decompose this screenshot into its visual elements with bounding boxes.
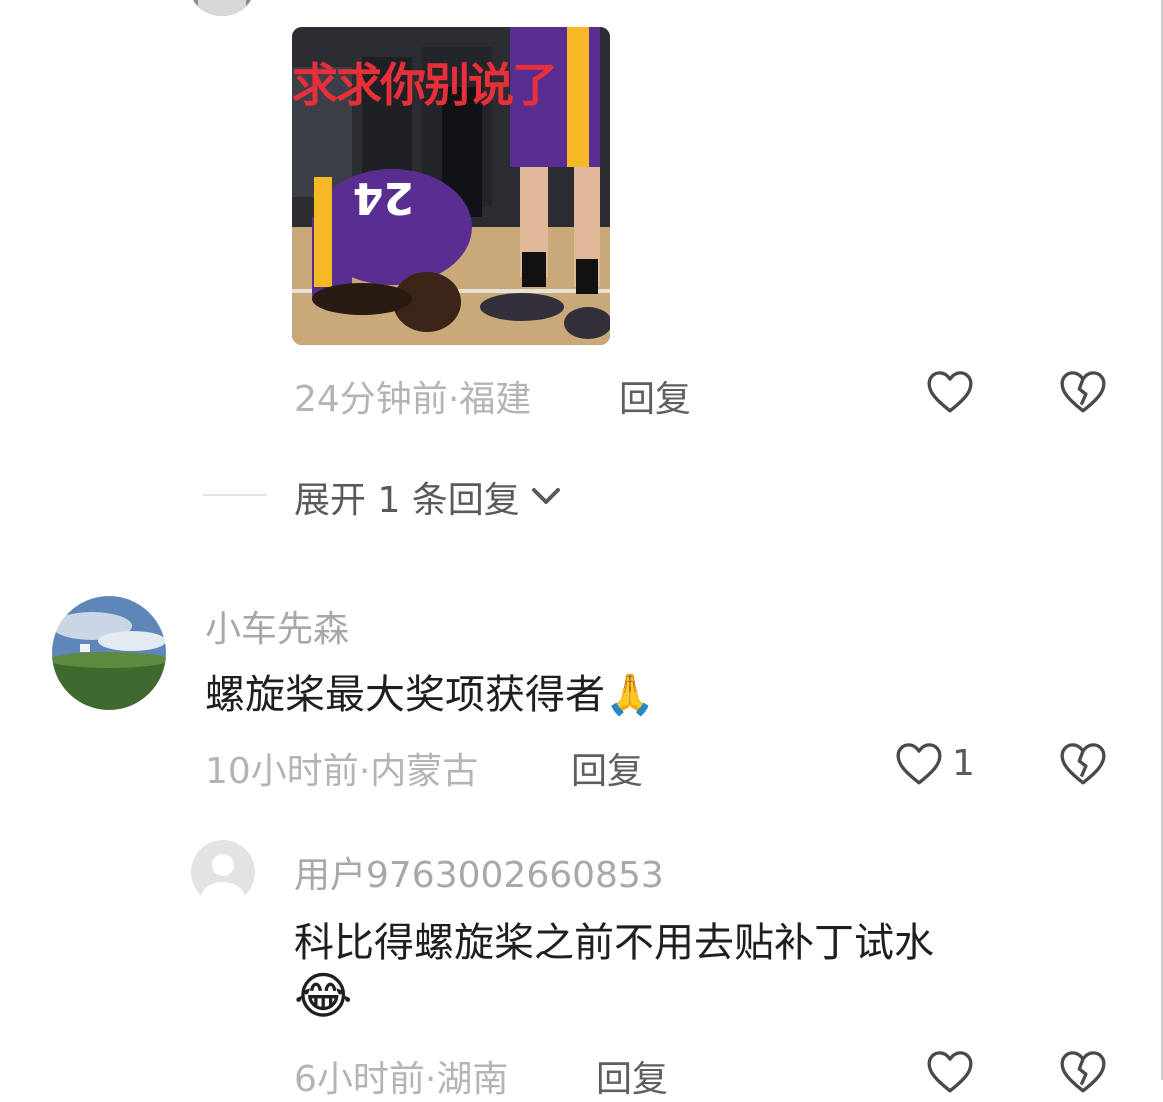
default-avatar[interactable] xyxy=(191,840,255,904)
reply-text: 科比得螺旋桨之前不用去贴补丁试水 xyxy=(294,920,934,966)
meta-separator: · xyxy=(447,379,460,420)
jersey-number: 24 xyxy=(353,172,414,223)
comment-body: 螺旋桨最大奖项获得者 xyxy=(205,672,605,718)
reply-button[interactable]: 回复 xyxy=(571,742,643,794)
expand-divider-line xyxy=(203,494,267,496)
reply-button[interactable]: 回复 xyxy=(619,370,691,422)
like-button[interactable]: 1 xyxy=(894,740,975,786)
comment-time: 10小时前 xyxy=(205,751,359,792)
user-silhouette-icon xyxy=(201,854,245,904)
username[interactable]: 用户9763002660853 xyxy=(294,846,664,898)
expand-replies-button[interactable]: 展开 1 条回复 xyxy=(294,471,562,523)
comment-meta: 24分钟前·福建 xyxy=(294,370,531,422)
comment-time: 24分钟前 xyxy=(294,379,448,420)
heart-outline-icon[interactable] xyxy=(925,1048,975,1094)
broken-heart-icon[interactable] xyxy=(1058,368,1108,414)
expand-replies-label: 展开 1 条回复 xyxy=(294,480,520,521)
heart-outline-icon[interactable] xyxy=(925,368,975,414)
reply-button[interactable]: 回复 xyxy=(596,1050,668,1102)
meme-image[interactable]: 24 求求你别说了 xyxy=(292,27,610,345)
chevron-down-icon xyxy=(530,486,562,508)
meta-separator: · xyxy=(358,751,371,792)
like-count: 1 xyxy=(952,742,975,784)
meme-caption: 求求你别说了 xyxy=(292,58,558,112)
heart-outline-icon xyxy=(894,740,944,786)
avatar[interactable] xyxy=(52,596,166,710)
laughing-emoji: 😂 xyxy=(294,967,353,1025)
username[interactable]: 小车先森 xyxy=(205,600,349,652)
comment-text: 螺旋桨最大奖项获得者🙏 xyxy=(205,662,655,720)
previous-avatar[interactable] xyxy=(190,0,254,16)
broken-heart-icon[interactable] xyxy=(1058,1048,1108,1094)
folded-hands-emoji: 🙏 xyxy=(605,672,655,718)
comment-meta: 6小时前·湖南 xyxy=(294,1050,508,1102)
broken-heart-icon[interactable] xyxy=(1058,740,1108,786)
comment-location: 福建 xyxy=(459,379,532,420)
comment-location: 内蒙古 xyxy=(370,751,479,792)
comment-meta: 10小时前·内蒙古 xyxy=(205,742,478,794)
